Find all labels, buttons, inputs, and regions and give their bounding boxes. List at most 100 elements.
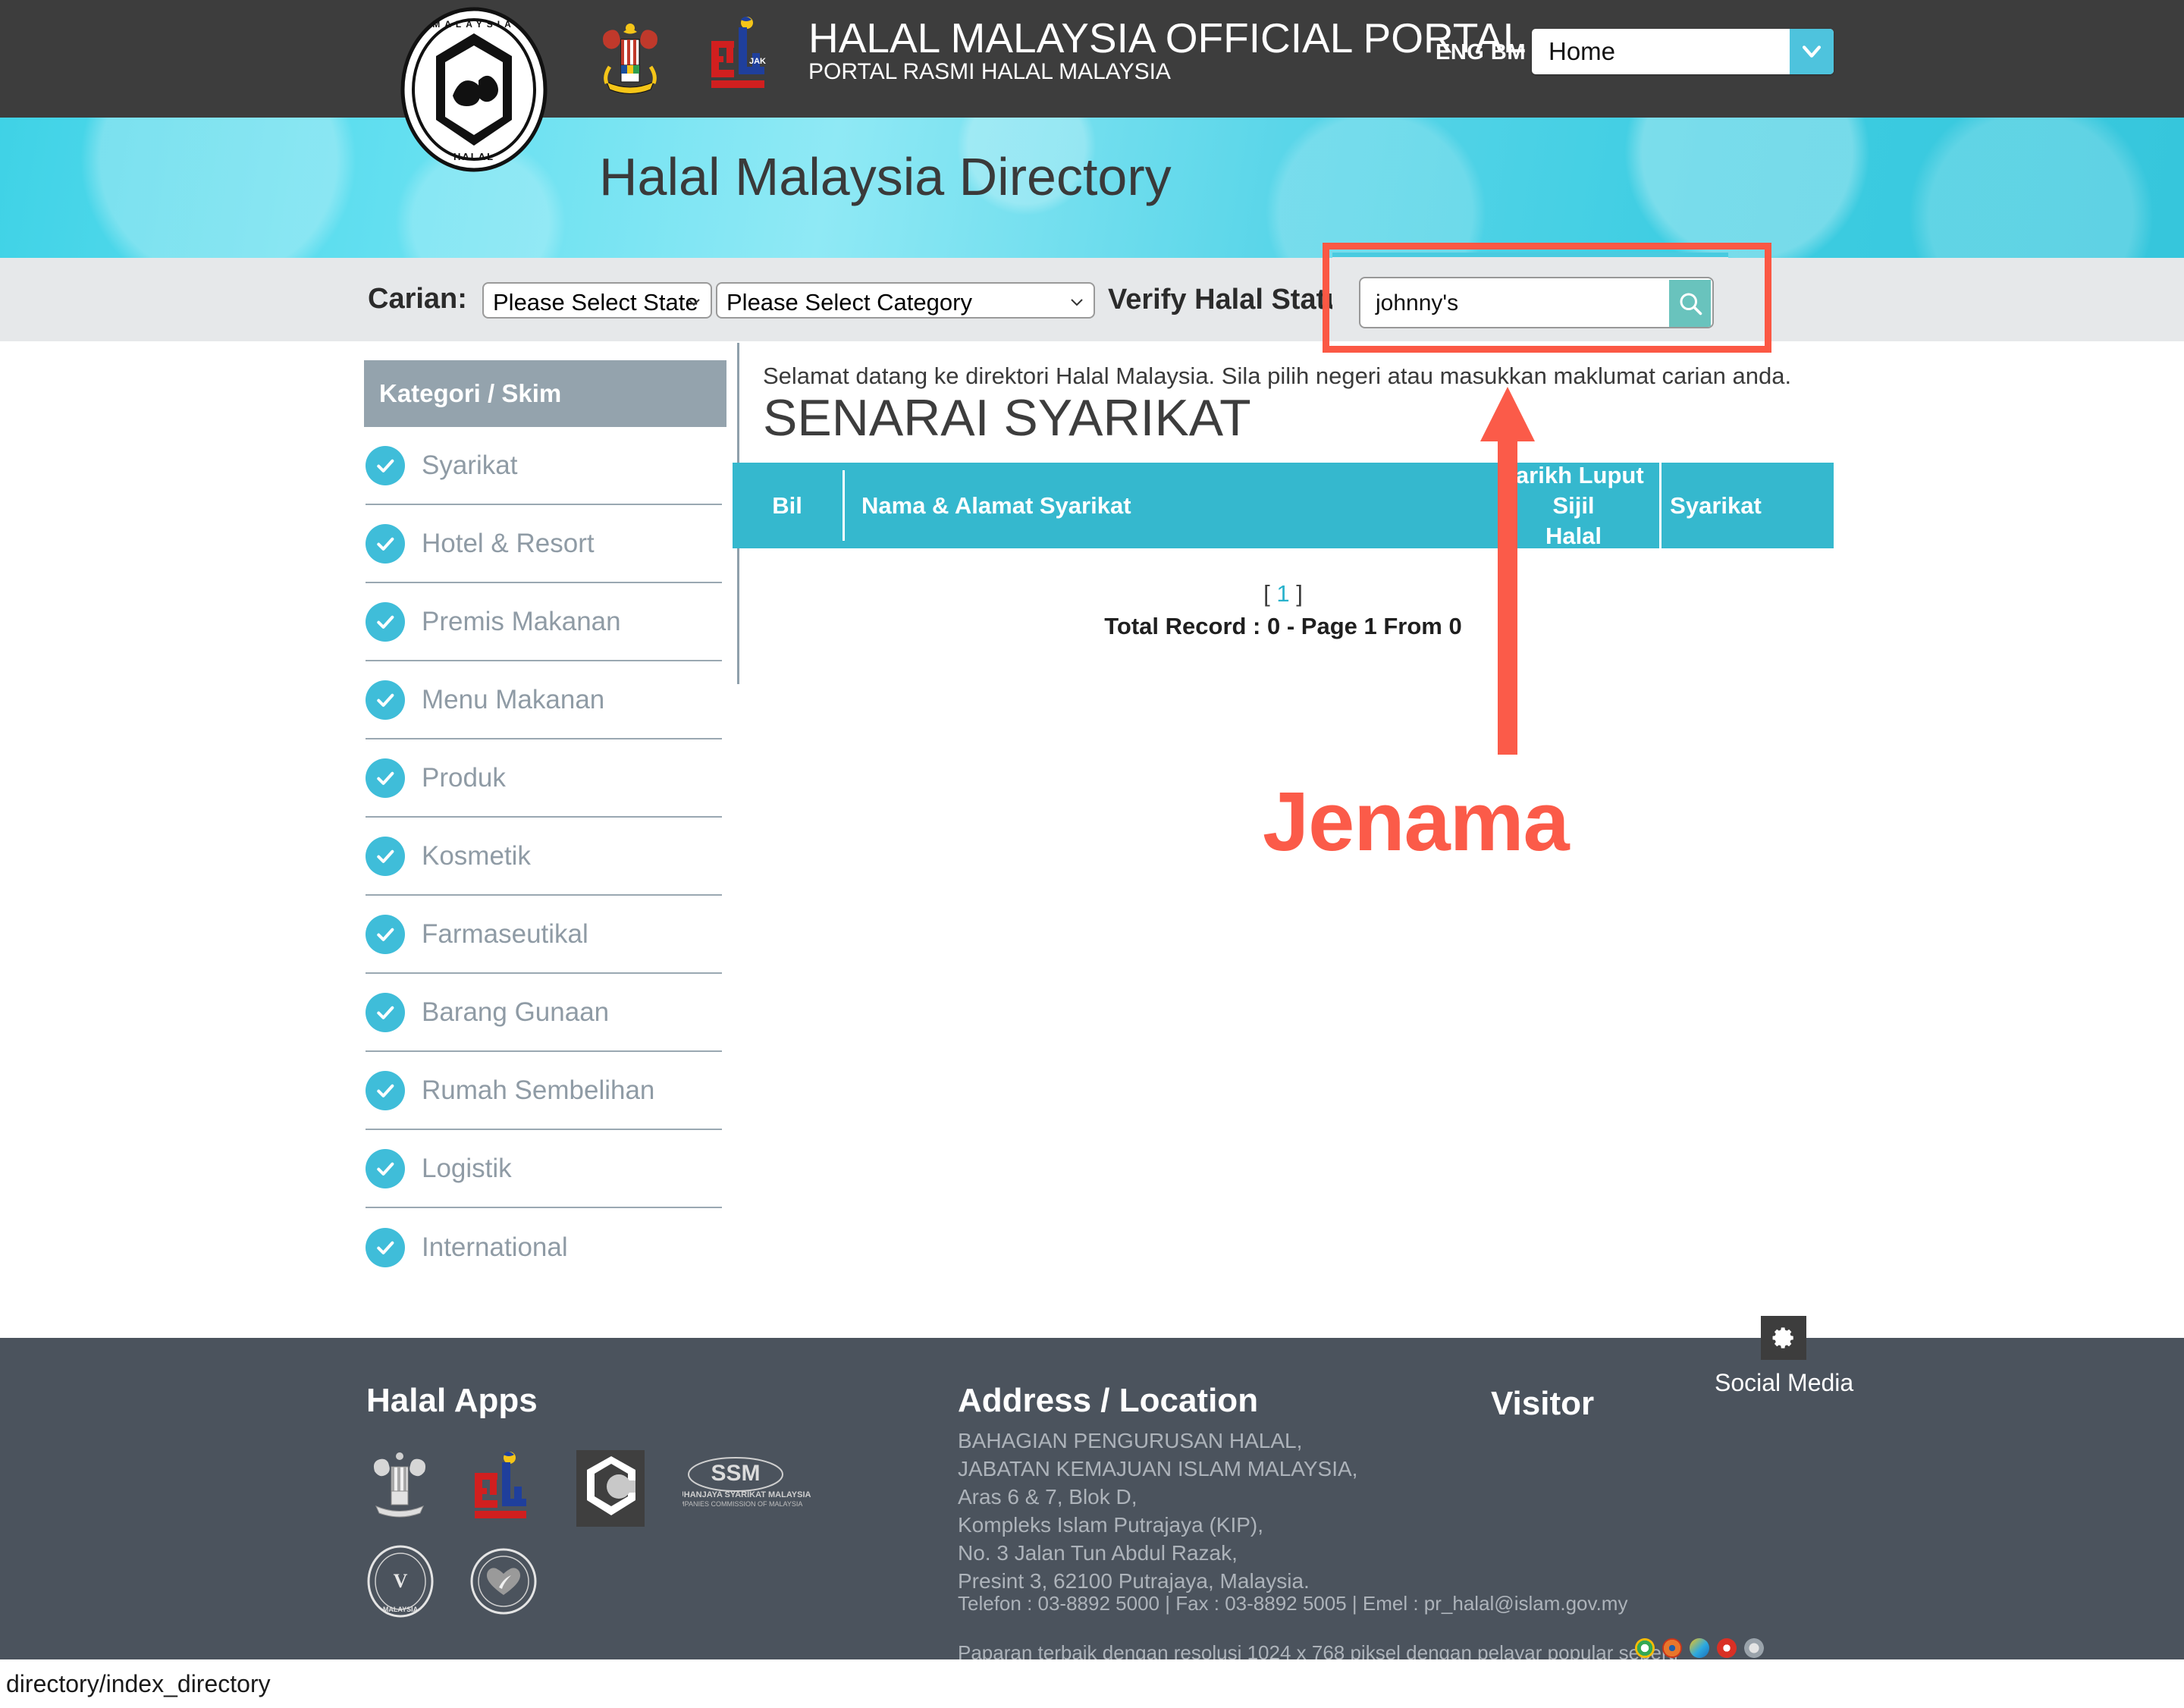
check-circle-icon: [366, 1227, 405, 1267]
gear-icon: [1772, 1327, 1793, 1349]
sidebar-item-barang-gunaan[interactable]: Barang Gunaan: [366, 974, 722, 1052]
sidebar-item-logistik[interactable]: Logistik: [366, 1130, 722, 1208]
column-header-nama-alamat: Nama & Alamat Syarikat: [843, 470, 1498, 541]
check-circle-icon: [366, 523, 405, 564]
check-circle-icon: [366, 758, 405, 798]
search-icon: [1680, 293, 1702, 316]
search-input[interactable]: johnny's: [1359, 277, 1714, 328]
sidebar-header-label: Kategori / Skim: [379, 379, 562, 407]
sidebar-item-kosmetik[interactable]: Kosmetik: [366, 818, 722, 896]
sidebar-item-syarikat[interactable]: Syarikat: [366, 427, 722, 505]
svg-text:SSM: SSM: [711, 1461, 760, 1486]
jakim-logo: JAKIM: [705, 15, 775, 100]
page-title: Halal Malaysia Directory: [599, 147, 1172, 206]
sidebar-item-label: Menu Makanan: [422, 684, 605, 714]
footer-halal-apps-heading: Halal Apps: [366, 1382, 538, 1419]
sidebar-item-hotel-resort[interactable]: Hotel & Resort: [366, 505, 722, 583]
safari-icon: [1744, 1638, 1764, 1658]
jakim-logo[interactable]: [470, 1450, 531, 1527]
sidebar-item-label: Rumah Sembelihan: [422, 1075, 655, 1105]
results-heading: SENARAI SYARIKAT: [763, 389, 1251, 447]
sidebar-item-produk[interactable]: Produk: [366, 739, 722, 818]
jata-negara-crest: [596, 21, 664, 101]
lang-eng-link[interactable]: ENG: [1436, 40, 1484, 64]
carian-label: Carian:: [368, 283, 467, 315]
address-line: No. 3 Jalan Tun Abdul Razak,: [958, 1541, 1238, 1565]
state-select[interactable]: Please Select State: [482, 282, 712, 319]
status-bar-url: directory/index_directory: [6, 1670, 271, 1697]
site-top-header: HALAL MALAYSIA JAK HALAL MALAYSIA OFFICI…: [0, 0, 2184, 172]
halal-malaysia-seal-logo: HALAL MALAYSIA: [398, 6, 550, 173]
category-select-value: Please Select Category: [726, 289, 972, 316]
firefox-icon: [1662, 1638, 1682, 1658]
footer-visitor-heading: Visitor: [1491, 1385, 1595, 1422]
language-switcher[interactable]: ENG BM: [1436, 40, 1526, 65]
check-circle-icon: [366, 445, 405, 485]
svg-text:MALAYSIA: MALAYSIA: [432, 19, 516, 30]
opera-icon: [1717, 1638, 1737, 1658]
chevron-down-icon: [688, 299, 700, 306]
chrome-icon: [1635, 1638, 1655, 1658]
address-line: JABATAN KEMAJUAN ISLAM MALAYSIA,: [958, 1457, 1358, 1480]
sidebar-header: Kategori / Skim: [364, 360, 726, 427]
ssm-logo[interactable]: SSM SURUHANJAYA SYARIKAT MALAYSIA COMPAN…: [661, 1453, 819, 1518]
check-circle-icon: [366, 1148, 405, 1188]
total-record-text: Total Record : 0 - Page 1 From 0: [1104, 613, 1462, 639]
sidebar-item-label: Hotel & Resort: [422, 528, 595, 558]
check-circle-icon: [366, 914, 405, 954]
pagination-page-1[interactable]: 1: [1276, 580, 1289, 607]
sidebar-item-label: Premis Makanan: [422, 606, 621, 636]
svg-text:MALAYSIA: MALAYSIA: [383, 1606, 419, 1613]
pagination-bracket-close: ]: [1289, 580, 1303, 607]
address-line: BAHAGIAN PENGURUSAN HALAL,: [958, 1429, 1303, 1452]
mygov-logo[interactable]: [576, 1450, 645, 1527]
portal-subtitle: PORTAL RASMI HALAL MALAYSIA: [808, 59, 1171, 84]
footer-social-media-heading: Social Media: [1715, 1369, 1854, 1396]
welcome-text: Selamat datang ke direktori Halal Malays…: [763, 363, 1792, 389]
search-input-value: johnny's: [1376, 290, 1459, 316]
annotation-arrow-icon: [1480, 387, 1535, 755]
sidebar-item-label: Logistik: [422, 1153, 512, 1183]
sidebar-item-international[interactable]: International: [366, 1208, 722, 1286]
search-panel-accent-line: [1332, 253, 1728, 257]
browser-status-bar: directory/index_directory: [0, 1659, 2184, 1708]
results-table-header: Bil Nama & Alamat Syarikat Tarikh Luput …: [733, 462, 1834, 549]
footer-address-heading: Address / Location: [958, 1382, 1259, 1419]
kkm-logo[interactable]: [470, 1545, 537, 1622]
check-circle-icon: [366, 992, 405, 1032]
veterinary-inspected-logo[interactable]: V MALAYSIA: [367, 1545, 434, 1622]
svg-text:HALAL: HALAL: [453, 151, 494, 162]
search-filter-bar: Carian: Please Select State Please Selec…: [0, 258, 2184, 341]
search-submit-button[interactable]: [1669, 280, 1711, 327]
check-circle-icon: [366, 680, 405, 720]
check-circle-icon: [366, 601, 405, 642]
svg-text:COMPANIES COMMISSION OF MALAYS: COMPANIES COMMISSION OF MALAYSIA: [682, 1500, 802, 1508]
address-line: Presint 3, 62100 Putrajaya, Malaysia.: [958, 1569, 1310, 1593]
sidebar-item-rumah-sembelihan[interactable]: Rumah Sembelihan: [366, 1052, 722, 1130]
main-nav-dropdown[interactable]: Home: [1532, 29, 1834, 74]
column-header-bil: Bil: [772, 491, 802, 519]
svg-text:JAKIM: JAKIM: [749, 57, 766, 66]
page-banner: Halal Malaysia Directory: [0, 118, 2184, 258]
chevron-down-icon[interactable]: [1790, 29, 1834, 74]
pagination-bracket-open: [: [1263, 580, 1277, 607]
lang-bm-link[interactable]: BM: [1491, 40, 1526, 64]
sidebar-item-label: Farmaseutikal: [422, 918, 588, 949]
sidebar-item-premis-makanan[interactable]: Premis Makanan: [366, 583, 722, 661]
social-media-settings-button[interactable]: [1761, 1316, 1806, 1360]
jata-negara-logo[interactable]: [367, 1450, 432, 1527]
sidebar-item-farmaseutikal[interactable]: Farmaseutikal: [366, 896, 722, 974]
check-circle-icon: [366, 1070, 405, 1110]
state-select-value: Please Select State: [493, 289, 698, 316]
sidebar-item-label: Syarikat: [422, 450, 518, 480]
sidebar-item-label: International: [422, 1232, 568, 1262]
svg-text:V: V: [394, 1570, 408, 1592]
pagination[interactable]: [ 1 ]: [733, 580, 1834, 608]
category-sidebar: Kategori / Skim Syarikat Hotel & Resort …: [364, 360, 726, 1286]
chevron-down-icon: [1071, 299, 1083, 306]
category-select[interactable]: Please Select Category: [716, 282, 1095, 319]
footer-contact-line: Telefon : 03-8892 5000 | Fax : 03-8892 5…: [958, 1592, 1628, 1615]
address-line: Aras 6 & 7, Blok D,: [958, 1485, 1138, 1509]
sidebar-item-menu-makanan[interactable]: Menu Makanan: [366, 661, 722, 739]
address-line: Kompleks Islam Putrajaya (KIP),: [958, 1513, 1264, 1537]
